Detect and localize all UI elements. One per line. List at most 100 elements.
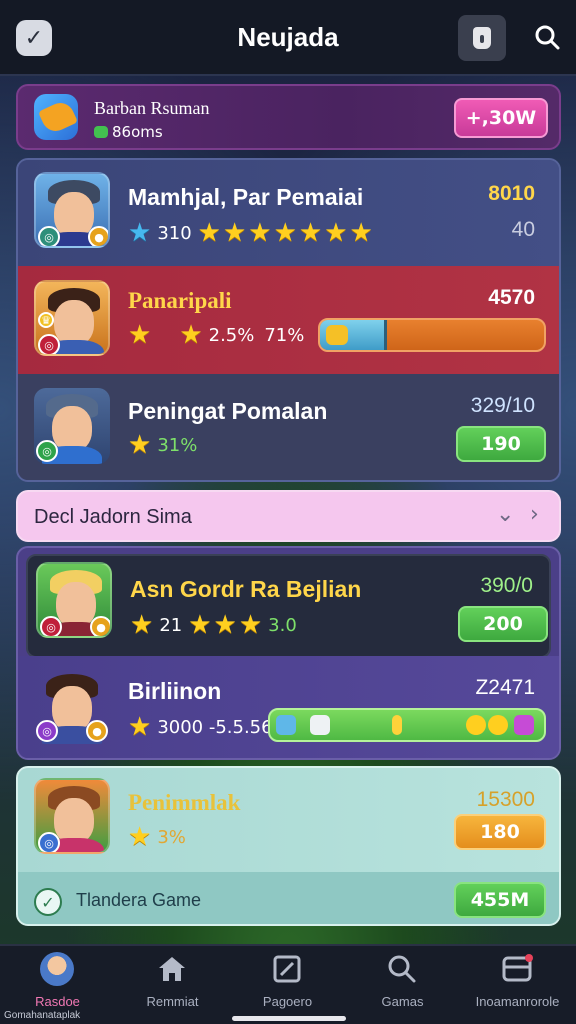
bolt-icon [392, 715, 402, 735]
list-item[interactable]: ◎ ● Birliinon ★ 3000 -5.5.56 Z2471 [18, 656, 559, 758]
star-icon: ★ [273, 218, 297, 248]
shield-badge-icon: ◎ [38, 334, 60, 354]
bottom-caption: Gomahanataplak [4, 1010, 81, 1021]
nav-label: Rasdoe [35, 994, 80, 1009]
nav-item-gamas[interactable]: Gamas [345, 946, 460, 1024]
list-item[interactable]: ◎ Peningat Pomalan ★ 31% 329/10 190 [18, 374, 559, 480]
player-avatar: ◎ [34, 388, 110, 464]
star-icon: ★ [222, 218, 247, 248]
star-icon: ★ [128, 430, 152, 460]
shield-badge-icon: ◎ [36, 720, 58, 742]
claim-button[interactable]: 180 [454, 814, 546, 850]
reward-track[interactable] [268, 708, 546, 742]
hand-icon [310, 715, 330, 735]
gem-icon [94, 126, 108, 138]
list-item[interactable]: ◎ Penimmlak ★ 3% 15300 180 [18, 768, 559, 872]
claim-button[interactable]: 190 [456, 426, 546, 462]
player-name: Asn Gordr Ra Bejlian [130, 576, 362, 602]
shield-badge-icon: ◎ [38, 226, 60, 246]
shop-bag-button[interactable] [458, 15, 506, 61]
star-rating: ★ 3% [128, 824, 190, 850]
player-avatar: ◎ ● [34, 172, 110, 248]
game-footer-row[interactable]: ✓ Tlandera Game 455M [18, 872, 559, 924]
footer-label: Tlandera Game [76, 890, 202, 910]
player-score: 4570 [488, 286, 535, 309]
star-icon: ★ [128, 218, 152, 248]
section-title: Decl Jadorn Sima [34, 506, 192, 528]
player-avatar: ◎ [34, 778, 110, 854]
star-icon: ★ [349, 218, 373, 248]
star-icon: ★ [324, 218, 348, 248]
section-divider[interactable]: Decl Jadorn Sima ⌄ › [16, 490, 561, 542]
nav-label: Pagoero [262, 994, 313, 1009]
leaderboard-group-2: ◎ ● Asn Gordr Ra Bejlian ★ 21 ★ ★ ★ 3.0 … [16, 546, 561, 760]
footer-button[interactable]: 455M [454, 882, 546, 918]
player-name: Peningat Pomalan [128, 398, 328, 424]
promo-banner[interactable]: Barban Rsuman 86oms +,30W [16, 84, 561, 150]
checkmark-icon: ✓ [34, 888, 62, 916]
player-score: 8010 [488, 182, 535, 205]
search-icon[interactable] [534, 24, 560, 50]
nav-item-pagoero[interactable]: Pagoero [230, 946, 345, 1024]
rating-text: 31% [157, 434, 198, 456]
coin-badge-icon: ● [90, 616, 110, 636]
nav-item-inoamanrorole[interactable]: Inoamanrorole [460, 946, 575, 1024]
claim-button[interactable]: 200 [458, 606, 548, 642]
avatar-icon [40, 952, 74, 986]
list-item[interactable]: ◎ ♛ Panaripali ★ ★ 2.5% 71% 4570 [18, 266, 559, 374]
promo-sub: 86oms [94, 123, 163, 141]
home-indicator[interactable] [232, 1016, 346, 1021]
player-name: Mamhjal, Par Pemaiai [128, 184, 364, 210]
gem-icon [514, 715, 534, 735]
shield-badge-icon: ◎ [38, 832, 60, 852]
shield-badge-icon: ◎ [40, 616, 62, 636]
nav-label: Remmiat [146, 994, 199, 1009]
nav-item-remmiat[interactable]: Remmiat [115, 946, 230, 1024]
star-rating: ★ 21 ★ ★ ★ 3.0 [130, 612, 301, 638]
list-item[interactable]: ◎ ● Mamhjal, Par Pemaiai ★ 310 ★ ★ ★ ★ ★… [18, 160, 559, 266]
player-name: Birliinon [128, 678, 222, 704]
player-avatar: ◎ ● [34, 668, 110, 744]
player-name: Penimmlak [128, 790, 241, 815]
rating-text: 310 [157, 222, 192, 244]
promo-name: Barban Rsuman [94, 98, 210, 118]
player-avatar: ◎ ● [36, 562, 112, 638]
search-icon [388, 955, 416, 983]
rating-text: 21 [159, 614, 183, 636]
star-icon: ★ [179, 320, 203, 350]
player-sub-score: 40 [511, 218, 535, 241]
player-score: 15300 [476, 788, 535, 811]
progress-bar [318, 318, 546, 352]
star-icon: ★ [128, 712, 152, 742]
star-rating: ★ ★ 2.5% 71% [128, 322, 308, 348]
coin-badge-icon: ● [88, 226, 108, 246]
chevron-down-icon[interactable]: ⌄ [496, 502, 514, 527]
star-icon: ★ [213, 610, 237, 640]
promo-sub-text: 86oms [112, 123, 163, 141]
coin-badge-icon: ● [86, 720, 108, 742]
top-bar: ✓ Neujada [0, 0, 576, 76]
star-icon: ★ [188, 610, 212, 640]
rating-text-2: 3.0 [268, 614, 297, 636]
star-icon: ★ [197, 218, 221, 248]
rating-text: 2.5% [208, 324, 255, 346]
progress-icon [326, 325, 348, 345]
star-rating: ★ 31% [128, 432, 201, 458]
coin-icon [466, 715, 486, 735]
rating-text: 3% [157, 826, 186, 848]
rating-text: 3000 -5.5.56 [157, 716, 273, 738]
list-item[interactable]: ◎ ● Asn Gordr Ra Bejlian ★ 21 ★ ★ ★ 3.0 … [26, 554, 551, 658]
shield-badge-icon: ◎ [36, 440, 58, 462]
nav-label: Gamas [381, 994, 424, 1009]
edit-icon [273, 955, 301, 983]
coin-icon [488, 715, 508, 735]
chevron-right-icon[interactable]: › [530, 502, 539, 527]
game-logo-icon [34, 94, 78, 140]
home-icon [159, 957, 185, 981]
bottom-nav: Rasdoe Remmiat Pagoero Gamas Inoamanroro… [0, 944, 576, 1024]
leaderboard-group-1: ◎ ● Mamhjal, Par Pemaiai ★ 310 ★ ★ ★ ★ ★… [16, 158, 561, 482]
star-icon: ★ [298, 218, 323, 248]
bag-icon [473, 27, 491, 49]
inbox-icon [502, 954, 533, 982]
promo-button[interactable]: +,30W [454, 98, 548, 138]
